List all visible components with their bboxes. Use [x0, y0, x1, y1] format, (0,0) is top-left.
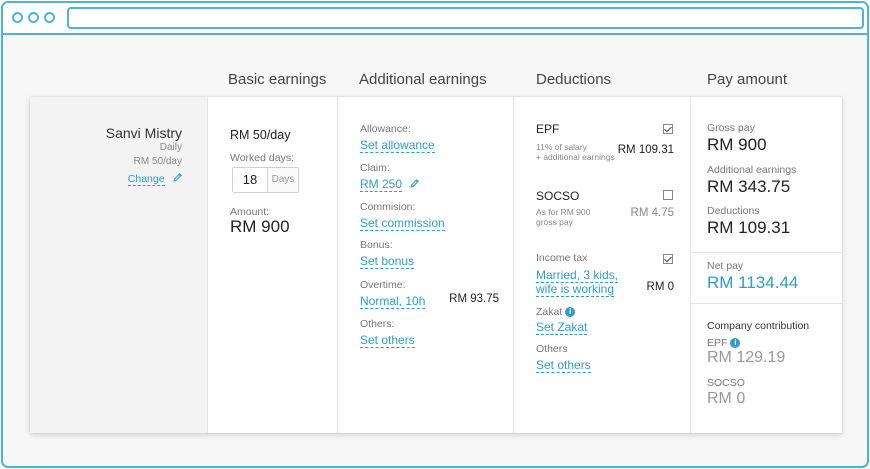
company-socso-label: SOCSO: [707, 377, 745, 389]
deductions-label: Deductions: [707, 205, 760, 217]
income-tax-amount: RM 0: [646, 281, 674, 293]
employee-column: Sanvi Mistry Daily RM 50/day Change: [30, 97, 208, 433]
overtime-label: Overtime:: [360, 279, 406, 291]
company-contribution-label: Company contribution: [707, 320, 810, 332]
info-icon[interactable]: i: [730, 338, 741, 348]
browser-window: Basic earnings Additional earnings Deduc…: [1, 1, 869, 468]
header-deductions: Deductions: [536, 71, 612, 88]
additional-earnings-column: Allowance: Set allowance Claim: RM 250 C…: [338, 97, 514, 433]
pay-amount-column: Gross pay RM 900 Additional earnings RM …: [691, 97, 842, 433]
deduction-set-others-link[interactable]: Set others: [536, 358, 591, 373]
pencil-icon[interactable]: [409, 178, 420, 189]
window-dot-icon[interactable]: [28, 12, 39, 23]
worked-days-label: Worked days:: [230, 152, 294, 164]
header-additional-earnings: Additional earnings: [359, 71, 487, 88]
income-tax-checkbox[interactable]: [663, 254, 673, 264]
change-rate-control[interactable]: Change: [127, 169, 183, 187]
net-pay-label: Net pay: [707, 260, 744, 272]
basic-earnings-column: RM 50/day Worked days: 18 Days Amount: R…: [208, 97, 338, 433]
set-bonus-link[interactable]: Set bonus: [360, 254, 415, 269]
allowance-label: Allowance:: [360, 123, 411, 135]
employee-rate: RM 50/day: [133, 156, 182, 167]
worked-days-field[interactable]: 18 Days: [232, 167, 299, 193]
address-bar[interactable]: [67, 7, 864, 29]
socso-amount: RM 4.75: [630, 207, 674, 219]
income-tax-label: Income tax: [536, 252, 588, 264]
info-icon[interactable]: i: [565, 307, 576, 317]
days-unit: Days: [268, 168, 298, 192]
basic-amount: RM 900: [230, 217, 290, 236]
income-tax-link-line-2[interactable]: wife is working: [536, 282, 615, 297]
employee-type: Daily: [159, 142, 182, 153]
set-allowance-link[interactable]: Set allowance: [360, 138, 435, 153]
net-pay-amount: RM 1134.44: [707, 273, 799, 292]
overtime-link[interactable]: Normal, 10h: [360, 294, 426, 309]
window-dot-icon[interactable]: [44, 12, 55, 23]
company-epf-label: EPF: [707, 337, 728, 349]
set-zakat-link[interactable]: Set Zakat: [536, 320, 588, 335]
deduction-others-label: Others: [536, 343, 568, 355]
overtime-amount: RM 93.75: [449, 293, 499, 305]
company-epf-amount: RM 129.19: [707, 349, 786, 366]
company-socso-amount: RM 0: [707, 390, 746, 407]
epf-note-1: 11% of salary: [536, 142, 587, 152]
company-epf-label-row: EPF i: [707, 337, 741, 349]
bonus-label: Bonus:: [360, 239, 393, 251]
epf-title: EPF: [536, 122, 560, 136]
others-label: Others:: [360, 318, 395, 330]
title-bar: [3, 3, 867, 35]
claim-link[interactable]: RM 250: [360, 177, 403, 192]
epf-note-2: + additional earnings: [536, 152, 615, 162]
set-commission-link[interactable]: Set commission: [360, 216, 445, 231]
additional-earnings-label: Additional earnings: [707, 164, 797, 176]
additional-earnings-amount: RM 343.75: [707, 177, 791, 196]
epf-amount: RM 109.31: [617, 144, 674, 156]
employee-name: Sanvi Mistry: [105, 125, 182, 141]
claim-label: Claim:: [360, 162, 390, 174]
set-others-link[interactable]: Set others: [360, 333, 415, 348]
socso-note-1: As for RM 900: [536, 207, 591, 217]
gross-pay-label: Gross pay: [707, 122, 755, 134]
pencil-icon[interactable]: [172, 172, 183, 183]
socso-checkbox[interactable]: [663, 190, 673, 200]
epf-checkbox[interactable]: [663, 124, 673, 134]
payroll-card: Sanvi Mistry Daily RM 50/day Change RM 5…: [30, 97, 842, 433]
worked-days-input[interactable]: 18: [233, 168, 268, 192]
header-basic-earnings: Basic earnings: [228, 71, 327, 88]
basic-rate: RM 50/day: [230, 128, 291, 142]
zakat-label-row: Zakat i: [536, 306, 576, 318]
header-pay-amount: Pay amount: [707, 71, 788, 88]
socso-note-2: gross pay: [536, 217, 573, 227]
divider: [691, 303, 842, 304]
deductions-amount: RM 109.31: [707, 218, 791, 237]
socso-title: SOCSO: [536, 189, 580, 203]
zakat-label: Zakat: [536, 306, 563, 318]
window-dot-icon[interactable]: [12, 12, 23, 23]
change-link[interactable]: Change: [127, 173, 165, 186]
gross-pay-amount: RM 900: [707, 135, 767, 154]
divider: [691, 252, 842, 253]
commission-label: Commision:: [360, 201, 416, 213]
deductions-column: EPF 11% of salary + additional earnings …: [514, 97, 691, 433]
